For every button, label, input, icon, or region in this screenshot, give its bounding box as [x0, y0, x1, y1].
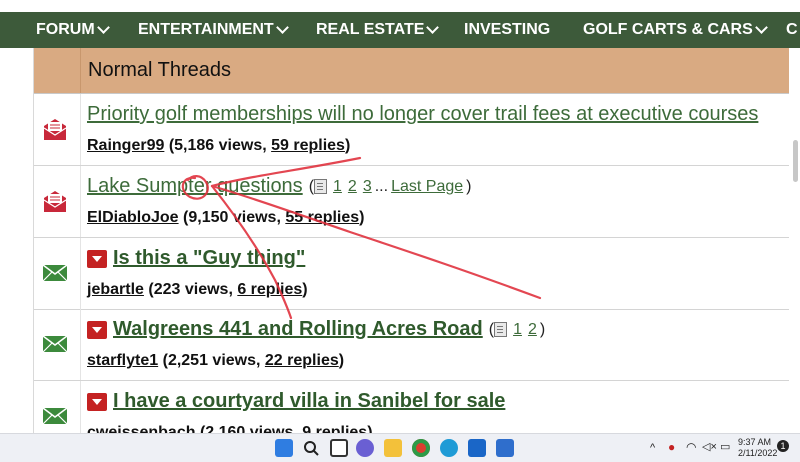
nav-forum[interactable]: FORUM: [36, 12, 110, 48]
pages-icon: [494, 322, 508, 337]
thread-views: 9,150 views: [188, 209, 277, 226]
taskbar: ^ ● ◠ ◁× ▭ 9:37 AM 2/11/2022 1: [0, 433, 800, 462]
nav-real-estate-label: REAL ESTATE: [316, 21, 425, 38]
nav-entertainment[interactable]: ENTERTAINMENT: [138, 12, 289, 48]
header-gutter: [34, 48, 81, 93]
scrollbar[interactable]: [789, 48, 800, 433]
page-link[interactable]: 3: [363, 178, 372, 196]
clock-time[interactable]: 9:37 AM: [738, 437, 771, 447]
nav-golf-carts-cars[interactable]: GOLF CARTS & CARS: [583, 12, 768, 48]
thread-title-link[interactable]: Walgreens 441 and Rolling Acres Road: [113, 318, 483, 341]
thread-meta: jebartle (223 views, 6 replies): [87, 281, 308, 298]
nav-investing[interactable]: INVESTING: [464, 12, 550, 48]
thread-author-link[interactable]: jebartle: [87, 281, 144, 298]
store-icon[interactable]: [496, 439, 514, 457]
nav-investing-label: INVESTING: [464, 21, 551, 38]
thread-meta: ElDiabloJoe (9,150 views, 55 replies): [87, 209, 365, 226]
edge-icon[interactable]: [440, 439, 458, 457]
chevron-down-icon: [754, 21, 768, 34]
chevron-down-icon: [96, 21, 110, 34]
volume-icon[interactable]: ◁×: [702, 440, 717, 453]
pages-icon: [314, 179, 328, 194]
thread-author-link[interactable]: ElDiabloJoe: [87, 209, 179, 226]
thread-title-link[interactable]: Is this a "Guy thing": [113, 247, 305, 270]
page-link[interactable]: 1: [333, 178, 342, 196]
file-explorer-icon[interactable]: [384, 439, 402, 457]
mail-icon[interactable]: [468, 439, 486, 457]
battery-icon[interactable]: ▭: [720, 440, 730, 453]
thread-row: Is this a "Guy thing" jebartle (223 view…: [34, 238, 789, 310]
antivirus-icon[interactable]: ●: [668, 440, 675, 454]
nav-more-label: C: [786, 21, 798, 38]
scrollbar-thumb[interactable]: [793, 140, 798, 182]
thread-title-link[interactable]: Priority golf memberships will no longer…: [87, 103, 758, 126]
nav-forum-label: FORUM: [36, 21, 95, 38]
envelope-open-red-icon: [43, 191, 67, 212]
thread-meta: Rainger99 (5,186 views, 59 replies): [87, 137, 351, 154]
thread-title-link[interactable]: I have a courtyard villa in Sanibel for …: [113, 390, 505, 413]
last-page-link[interactable]: Last Page: [391, 178, 463, 196]
hot-thread-icon: [87, 249, 107, 268]
thread-row: Lake Sumpter questions (1 2 3... Last Page)…: [34, 166, 789, 238]
envelope-open-red-icon: [43, 119, 67, 140]
thread-title-line: Walgreens 441 and Rolling Acres Road (1 2…: [87, 318, 545, 341]
section-header: Normal Threads: [34, 48, 789, 94]
top-nav: FORUM ENTERTAINMENT REAL ESTATE INVESTIN…: [0, 12, 800, 48]
thread-views: 5,186 views: [174, 137, 263, 154]
envelope-green-icon: [42, 407, 68, 425]
thread-replies-link[interactable]: 6 replies: [237, 281, 302, 298]
thread-title-line: Priority golf memberships will no longer…: [87, 103, 758, 126]
nav-more[interactable]: C: [786, 12, 798, 48]
envelope-green-icon: [42, 335, 68, 353]
envelope-green-icon: [42, 264, 68, 282]
nav-real-estate[interactable]: REAL ESTATE: [316, 12, 440, 48]
thread-author-link[interactable]: starflyte1: [87, 352, 158, 369]
thread-row: Priority golf memberships will no longer…: [34, 94, 789, 166]
page-links: (1 2 3... Last Page): [308, 177, 472, 196]
task-view-icon[interactable]: [330, 439, 348, 457]
chevron-down-icon: [275, 21, 289, 34]
chevron-down-icon: [426, 21, 440, 34]
nav-golf-carts-label: GOLF CARTS & CARS: [583, 21, 753, 38]
wifi-icon[interactable]: ◠: [686, 440, 696, 454]
chrome-icon[interactable]: [412, 439, 430, 457]
thread-views: 223 views: [153, 281, 229, 298]
page-link[interactable]: 2: [528, 321, 537, 339]
clock-date[interactable]: 2/11/2022: [738, 448, 777, 458]
page-links: (1 2): [488, 320, 546, 339]
chat-icon[interactable]: [356, 439, 374, 457]
thread-meta: starflyte1 (2,251 views, 22 replies): [87, 352, 345, 369]
thread-replies-link[interactable]: 22 replies: [265, 352, 339, 369]
page-link[interactable]: 1: [513, 321, 522, 339]
thread-title-link[interactable]: Lake Sumpter questions: [87, 175, 303, 198]
thread-title-line: Is this a "Guy thing": [87, 247, 305, 270]
page-ellipsis: ...: [374, 177, 389, 195]
chevron-up-icon[interactable]: ^: [650, 442, 655, 454]
search-icon[interactable]: [302, 439, 320, 457]
hot-thread-icon: [87, 320, 107, 339]
section-title: Normal Threads: [88, 59, 232, 81]
thread-replies-link[interactable]: 55 replies: [285, 209, 359, 226]
thread-title-line: I have a courtyard villa in Sanibel for …: [87, 390, 505, 413]
nav-entertainment-label: ENTERTAINMENT: [138, 21, 274, 38]
thread-replies-link[interactable]: 59 replies: [271, 137, 345, 154]
hot-thread-icon: [87, 392, 107, 411]
windows-start-icon[interactable]: [275, 439, 293, 457]
thread-row: Walgreens 441 and Rolling Acres Road (1 2…: [34, 309, 789, 381]
page-link[interactable]: 2: [348, 178, 357, 196]
thread-author-link[interactable]: Rainger99: [87, 137, 164, 154]
thread-title-line: Lake Sumpter questions (1 2 3... Last Page): [87, 175, 471, 198]
notification-badge[interactable]: 1: [777, 440, 789, 452]
thread-views: 2,251 views: [167, 352, 257, 369]
